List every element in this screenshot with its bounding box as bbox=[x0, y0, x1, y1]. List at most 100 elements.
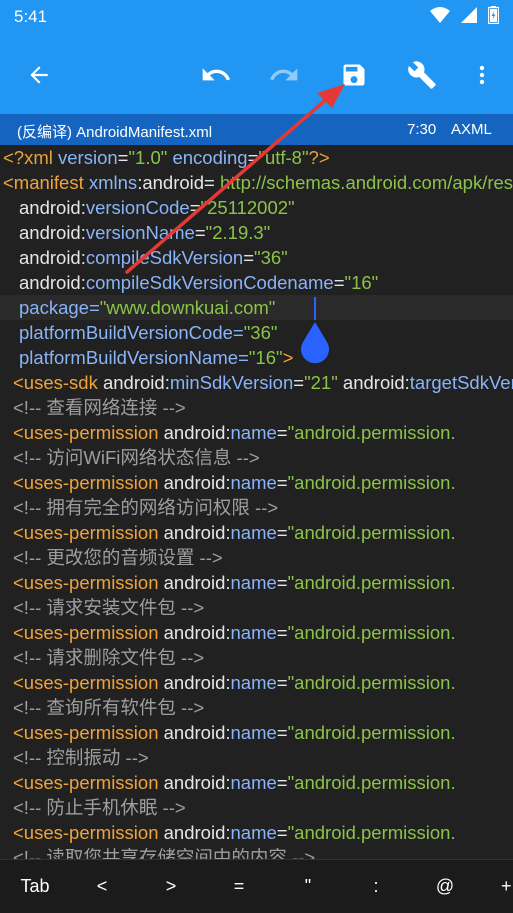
attr-namespace: android bbox=[19, 197, 81, 218]
code-line: android:versionName="2.19.3" bbox=[19, 220, 513, 245]
attr-name: minSdkVersion bbox=[169, 372, 294, 393]
equals: = bbox=[194, 222, 206, 243]
permission-line: <uses-permission android:name="android.p… bbox=[13, 620, 513, 645]
undo-icon bbox=[202, 68, 230, 81]
attr-name: name bbox=[230, 722, 277, 743]
code-line: android:compileSdkVersionCodename="16" bbox=[19, 270, 513, 295]
attr-name: encoding bbox=[172, 147, 248, 168]
tag-close: > bbox=[282, 347, 294, 368]
symbol-key-less-than[interactable]: < bbox=[90, 876, 114, 898]
attr-name: compileSdkVersionCodename bbox=[85, 272, 334, 293]
cursor-position: 7:30 bbox=[407, 121, 437, 138]
symbol-key-greater-than[interactable]: > bbox=[159, 876, 183, 898]
attr-value: "android.permission. bbox=[287, 472, 456, 493]
attr-name: versionCode bbox=[85, 197, 190, 218]
equals: = bbox=[88, 297, 100, 318]
tag-open: <uses-sdk bbox=[13, 372, 103, 393]
file-name: (反编译) AndroidManifest.xml bbox=[17, 124, 213, 141]
toolbar bbox=[0, 36, 513, 114]
comment-line: <!-- 更改您的音频设置 --> bbox=[13, 547, 223, 568]
equals: = bbox=[276, 572, 288, 593]
comment-line: <!-- 控制振动 --> bbox=[13, 747, 149, 768]
attr-name: android bbox=[142, 172, 205, 193]
tag-open: <uses-permission bbox=[13, 672, 164, 693]
attr-name: name bbox=[230, 622, 277, 643]
save-button[interactable] bbox=[334, 55, 374, 95]
attr-name: platformBuildVersionName bbox=[19, 347, 239, 368]
attr-name: name bbox=[230, 522, 277, 543]
attr-namespace: android bbox=[163, 772, 226, 793]
xml-declaration-close: ?> bbox=[308, 147, 330, 168]
attr-namespace: android bbox=[163, 722, 226, 743]
undo-button[interactable] bbox=[196, 55, 236, 95]
equals: = bbox=[293, 372, 305, 393]
code-editor[interactable]: <?xml version="1.0" encoding="utf-8"?> <… bbox=[0, 145, 513, 859]
equals: = bbox=[276, 522, 288, 543]
attr-value: "android.permission. bbox=[287, 572, 456, 593]
tag-open: <manifest bbox=[3, 172, 89, 193]
symbol-key-at[interactable]: @ bbox=[432, 876, 458, 898]
back-button[interactable] bbox=[19, 55, 59, 95]
symbol-key-equals[interactable]: = bbox=[227, 876, 251, 898]
equals: = bbox=[238, 347, 249, 368]
status-time: 5:41 bbox=[14, 7, 48, 26]
file-info-bar: (反编译) AndroidManifest.xml 7:30 AXML bbox=[0, 114, 513, 145]
tag-open: <uses-permission bbox=[13, 622, 164, 643]
symbol-key-colon[interactable]: : bbox=[364, 876, 388, 898]
tag-open: <uses-permission bbox=[13, 722, 164, 743]
attr-value: "16" bbox=[248, 347, 283, 368]
attr-value: "utf-8" bbox=[258, 147, 309, 168]
permission-line: <uses-permission android:name="android.p… bbox=[13, 470, 513, 495]
code-line: <manifest xmlns:android= http://schemas.… bbox=[3, 170, 513, 195]
equals: = bbox=[276, 622, 288, 643]
more-options-button[interactable] bbox=[462, 55, 502, 95]
battery-icon bbox=[488, 6, 499, 24]
comment-line: <!-- 访问WiFi网络状态信息 --> bbox=[13, 447, 260, 468]
comment-line: <!-- 查看网络连接 --> bbox=[13, 397, 186, 418]
redo-icon bbox=[270, 68, 298, 81]
attr-namespace: android bbox=[163, 572, 226, 593]
equals: = bbox=[247, 147, 259, 168]
attr-value: "21" bbox=[304, 372, 338, 393]
attr-namespace: xmlns bbox=[88, 172, 138, 193]
tag-open: <uses-permission bbox=[13, 772, 164, 793]
attr-name: name bbox=[230, 472, 277, 493]
comment-line: <!-- 请求删除文件包 --> bbox=[13, 647, 205, 668]
permission-line: <uses-permission android:name="android.p… bbox=[13, 820, 513, 845]
comment-line: <!-- 拥有完全的网络访问权限 --> bbox=[13, 497, 279, 518]
system-icons bbox=[430, 6, 499, 24]
code-line: android:versionCode="25112002" bbox=[19, 195, 513, 220]
attr-value: "android.permission. bbox=[287, 722, 456, 743]
tools-button[interactable] bbox=[402, 55, 442, 95]
attr-value: "android.permission. bbox=[287, 522, 456, 543]
attr-namespace: android bbox=[19, 222, 81, 243]
comment-line: <!-- 查询所有软件包 --> bbox=[13, 697, 205, 718]
redo-button[interactable] bbox=[264, 55, 304, 95]
attr-name: name bbox=[230, 422, 277, 443]
attr-namespace: android bbox=[163, 822, 226, 843]
attr-namespace: android bbox=[163, 672, 226, 693]
attr-name: targetSdkVersion bbox=[409, 372, 513, 393]
attr-namespace: android bbox=[163, 622, 226, 643]
symbol-key-tab[interactable]: Tab bbox=[14, 876, 56, 898]
attr-value: "25112002" bbox=[200, 197, 295, 218]
file-mode[interactable]: AXML bbox=[451, 121, 492, 138]
tag-open: <uses-permission bbox=[13, 422, 164, 443]
attr-name: name bbox=[230, 822, 277, 843]
status-bar: 5:41 bbox=[0, 0, 513, 36]
symbol-key-plus[interactable]: + bbox=[501, 876, 513, 898]
attr-namespace: android bbox=[163, 522, 226, 543]
wifi-icon bbox=[430, 7, 450, 23]
attr-name: version bbox=[58, 147, 118, 168]
symbol-key-quote[interactable]: " bbox=[296, 876, 320, 898]
equals: = bbox=[117, 147, 129, 168]
equals: = bbox=[243, 247, 255, 268]
permission-line: <uses-permission android:name="android.p… bbox=[13, 420, 513, 445]
attr-value: "16" bbox=[344, 272, 379, 293]
attr-name: name bbox=[230, 772, 277, 793]
attr-value: "android.permission. bbox=[287, 822, 456, 843]
attr-namespace: android bbox=[19, 272, 81, 293]
symbol-bar: Tab < > = " : @ + bbox=[0, 859, 513, 913]
permission-line: <uses-permission android:name="android.p… bbox=[13, 670, 513, 695]
attr-value: "36" bbox=[243, 322, 278, 343]
